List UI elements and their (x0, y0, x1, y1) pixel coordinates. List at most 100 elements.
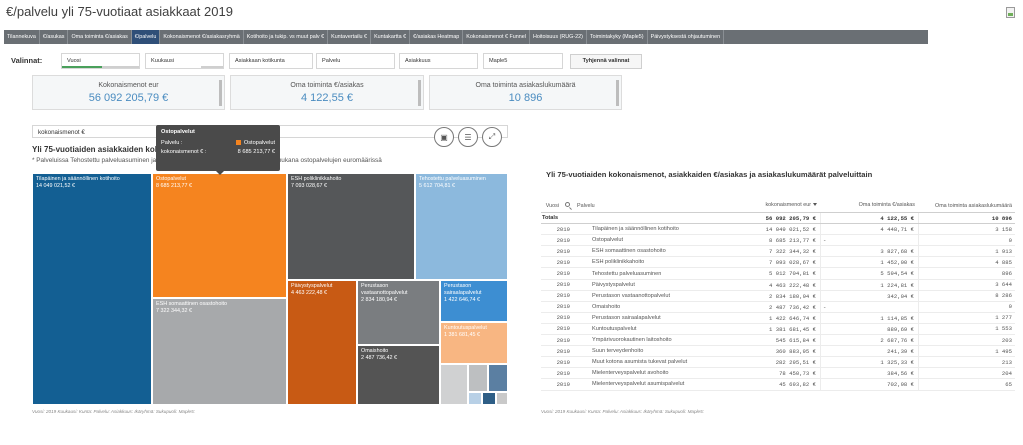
treemap: Tilapäinen ja säännöllinen kotihoito 14 … (32, 173, 508, 405)
table-row[interactable]: 2019 Muut kotona asumista tukevat palvelu… (541, 357, 1015, 369)
treemap-cell-small-3[interactable] (488, 364, 508, 392)
tab-6[interactable]: Kuntavertailu € (328, 30, 372, 44)
header-oma-toiminta[interactable]: Oma toiminta €/asiakas (821, 202, 919, 209)
tab-2[interactable]: Oma toiminta €/asiakas (68, 30, 132, 44)
treemap-cell-kuntoutus[interactable]: Kuntoutuspalvelut 1 381 681,45 € (440, 322, 508, 364)
color-swatch (235, 140, 241, 146)
row-palvelu: Tehostettu palveluasuminen (592, 270, 662, 277)
snapshot-button[interactable]: ▣ (434, 127, 454, 147)
tab-3[interactable]: €/palvelu (131, 30, 161, 44)
table-row[interactable]: 2019 Kuntoutuspalvelut 1 381 681,45 €889,6… (541, 323, 1015, 336)
table-row[interactable]: 2019 Mielenterveyspalvelut avohoito 78 450… (541, 368, 1015, 380)
tab-1[interactable]: €/asukas (40, 30, 69, 44)
tab-12[interactable]: Päivystyksestä ohjautuminen (648, 30, 725, 44)
table-row[interactable]: 2019 Tilapäinen ja säännöllinen kotihoito… (541, 224, 1015, 236)
tab-8[interactable]: €/asiakas Heatmap (410, 30, 464, 44)
treemap-cell-small-5[interactable] (482, 392, 496, 405)
treemap-cell-small-6[interactable] (496, 392, 508, 405)
row-kokonaismenot: 5 012 704,81 € (723, 268, 821, 279)
filter-asiakkuus[interactable]: Asiakkuus (399, 53, 478, 69)
filter-vuosi[interactable]: Vuosi (61, 53, 140, 69)
row-lkm: 0 (1008, 303, 1012, 311)
treemap-cell-tehostettu[interactable]: Tehostettu palveluasuminen 5 612 704,81 … (415, 173, 508, 280)
cell-value: 7 093 028,67 € (291, 183, 327, 189)
filter-maple5[interactable]: Maple5 (483, 53, 563, 69)
row-lkm: 3 158 (995, 225, 1012, 233)
treemap-cell-omaishoito[interactable]: Omaishoito 2 487 736,42 € (357, 345, 440, 405)
row-lkm: 8 286 (995, 292, 1012, 300)
treemap-cell-esh-somaattinen[interactable]: ESH somaattinen osastohoito 7 322 344,32… (152, 298, 287, 405)
table-row[interactable]: 2019 Ympärivuorokautinen laitoshoito 545 6… (541, 335, 1015, 347)
table-row[interactable]: 2019 Perustason sairaalapalvelut 1 422 646… (541, 312, 1015, 324)
header-asiakaslukumaara[interactable]: Oma toiminta asiakaslukumäärä (919, 203, 1015, 209)
row-year: 2019 (556, 281, 570, 289)
tab-10[interactable]: Hoitoisuus (RUG-22) (530, 30, 587, 44)
tooltip-value: Ostopalvelut (243, 140, 275, 146)
treemap-cell-esh-poliklinikka[interactable]: ESH poliklinikkahoito 7 093 028,67 € (287, 173, 415, 280)
header-kokonaismenot[interactable]: kokonaismenot eur (723, 202, 821, 209)
kpi-scrollbar[interactable] (616, 80, 619, 106)
cell-label: Tehostettu palveluasuminen (419, 176, 486, 182)
kpi-oma-toiminta-asiakas: Oma toiminta €/asiakas 4 122,55 € (230, 75, 424, 110)
kpi-scrollbar[interactable] (219, 80, 222, 106)
tab-5[interactable]: Kotihoito ja tukip. vs muut palv € (244, 30, 329, 44)
row-oma-toiminta: 1 224,81 € (821, 279, 919, 290)
bars-icon: ☰ (464, 132, 472, 142)
row-lkm: 896 (1001, 270, 1012, 278)
row-year: 2019 (556, 247, 570, 255)
header-palvelu[interactable]: Palvelu (574, 203, 723, 209)
table-row[interactable]: 2019 Mielenterveyspalvelut asumispalvelut… (541, 379, 1015, 391)
cell-value: 8 685 213,77 € (156, 183, 192, 189)
table-body: 2019 Tilapäinen ja säännöllinen kotihoito… (541, 224, 1015, 391)
table-row[interactable]: 2019 Ostopalvelut 8 685 213,77 € - 0 (541, 235, 1015, 247)
treemap-cell-small-4[interactable] (468, 392, 482, 405)
row-lkm: 0 (1008, 236, 1012, 244)
table-row[interactable]: 2019 Omaishoito 2 487 736,42 € - 0 (541, 301, 1015, 313)
table-row[interactable]: 2019 Päivystyspalvelut 4 463 222,48 €1 224… (541, 279, 1015, 291)
treemap-cell-perustason-vastaanotto[interactable]: Perustason vastaanottopalvelut 2 834 180… (357, 280, 440, 345)
table-row[interactable]: 2019 ESH poliklinikkahoito 7 093 028,67 €1… (541, 257, 1015, 269)
tab-11[interactable]: Toimintakyky (Maple5) (587, 30, 648, 44)
search-icon[interactable] (565, 202, 570, 207)
cycle-button[interactable]: ☰ (458, 127, 478, 147)
table-row[interactable]: 2019 Perustason vastaanottopalvelut 2 834 … (541, 290, 1015, 302)
treemap-cell-kotihoito[interactable]: Tilapäinen ja säännöllinen kotihoito 14 … (32, 173, 152, 405)
row-kokonaismenot: 8 685 213,77 € (723, 235, 821, 246)
cell-label: ESH poliklinikkahoito (291, 176, 342, 182)
row-year: 2019 (556, 236, 570, 244)
kpi-title: Kokonaismenot eur (98, 82, 159, 89)
treemap-cell-paivystys[interactable]: Päivystyspalvelut 4 463 222,48 € (287, 280, 357, 405)
row-year: 2019 (556, 358, 570, 366)
treemap-cell-small-2[interactable] (468, 364, 488, 392)
clear-selections-button[interactable]: Tyhjennä valinnat (570, 54, 642, 69)
expand-icon: ⤢ (488, 132, 496, 141)
filter-palvelu[interactable]: Palvelu (316, 53, 395, 69)
treemap-cell-perustason-sairaala[interactable]: Perustason sairaalapalvelut 1 422 646,74… (440, 280, 508, 322)
row-oma-toiminta: 5 594,54 € (821, 268, 919, 279)
row-kokonaismenot: 4 463 222,48 € (723, 279, 821, 290)
treemap-cell-small-1[interactable] (440, 364, 468, 405)
treemap-footer: Vuosi: 2019 Kuukausi: Kunta: Palvelu: As… (32, 409, 195, 414)
table-row[interactable]: 2019 ESH somaattinen osastohoito 7 322 344… (541, 246, 1015, 258)
tab-4[interactable]: Kokonaismenot €/asiakasryhmä (160, 30, 244, 44)
kpi-scrollbar[interactable] (418, 80, 421, 106)
filter-label: Vuosi (67, 58, 81, 64)
table-row[interactable]: 2019 Suun terveydenhoito 360 883,95 €241,3… (541, 346, 1015, 358)
camera-icon: ▣ (440, 132, 448, 142)
tab-0[interactable]: Tilannekuva (4, 30, 40, 44)
treemap-cell-ostopalvelut[interactable]: Ostopalvelut 8 685 213,77 € (152, 173, 287, 298)
filter-kotikunta[interactable]: Asiakkaan kotikunta (229, 53, 313, 69)
row-lkm: 65 (1005, 380, 1012, 388)
totals-kokonaismenot: 56 092 205,79 € (723, 213, 821, 224)
tab-9[interactable]: Kokonaismenot € Funnel (463, 30, 530, 44)
table-row[interactable]: 2019 Tehostettu palveluasuminen 5 012 704,… (541, 268, 1015, 280)
cell-value: 14 049 021,52 € (36, 183, 75, 189)
expand-button[interactable]: ⤢ (482, 127, 502, 147)
row-kokonaismenot: 2 487 736,42 € (723, 301, 821, 312)
header-vuosi[interactable]: Vuosi (541, 202, 574, 209)
row-palvelu: Kuntoutuspalvelut (592, 325, 637, 332)
tab-7[interactable]: Kuntakartta € (371, 30, 411, 44)
filter-kuukausi[interactable]: Kuukausi (145, 53, 224, 69)
filters-label: Valinnat: (11, 56, 43, 65)
row-oma-toiminta: 1 114,85 € (821, 312, 919, 323)
